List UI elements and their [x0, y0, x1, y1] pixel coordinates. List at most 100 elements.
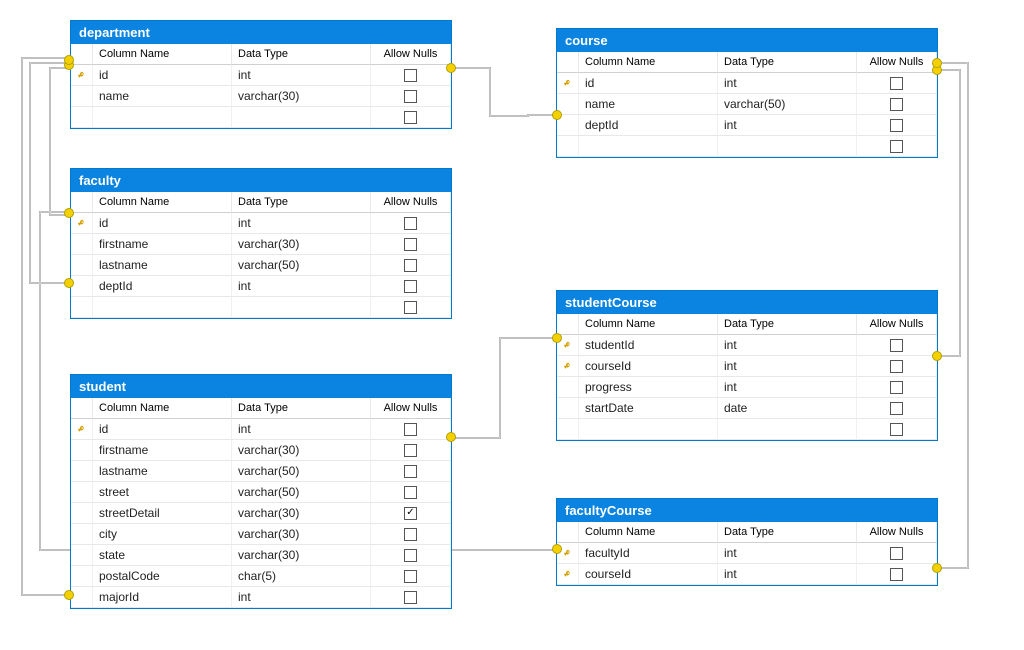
data-type-cell[interactable]: int — [718, 356, 857, 377]
allow-nulls-checkbox[interactable] — [371, 566, 451, 587]
allow-nulls-checkbox[interactable] — [371, 440, 451, 461]
allow-nulls-checkbox[interactable] — [857, 115, 937, 136]
table-faculty[interactable]: faculty Column Name Data Type Allow Null… — [70, 168, 452, 319]
relationship-endpoint-icon — [552, 544, 562, 554]
data-type-cell[interactable]: int — [718, 73, 857, 94]
data-type-cell[interactable]: int — [718, 564, 857, 585]
column-name-cell[interactable]: id — [93, 65, 232, 86]
allow-nulls-checkbox[interactable] — [371, 65, 451, 86]
data-type-cell[interactable] — [718, 136, 857, 157]
column-name-cell[interactable]: state — [93, 545, 232, 566]
allow-nulls-checkbox[interactable] — [371, 255, 451, 276]
table-department[interactable]: department Column Name Data Type Allow N… — [70, 20, 452, 129]
allow-nulls-checkbox[interactable] — [371, 419, 451, 440]
table-studentcourse[interactable]: studentCourse Column Name Data Type Allo… — [556, 290, 938, 441]
column-name-cell[interactable]: startDate — [579, 398, 718, 419]
allow-nulls-checkbox[interactable] — [857, 136, 937, 157]
table-title: course — [557, 29, 937, 52]
table-facultycourse[interactable]: facultyCourse Column Name Data Type Allo… — [556, 498, 938, 586]
allow-nulls-checkbox[interactable] — [857, 543, 937, 564]
data-type-cell[interactable]: int — [232, 276, 371, 297]
column-name-cell[interactable]: lastname — [93, 461, 232, 482]
key-icon — [71, 587, 93, 608]
allow-nulls-checkbox[interactable] — [371, 276, 451, 297]
column-name-cell[interactable] — [579, 136, 718, 157]
column-name-cell[interactable]: courseId — [579, 356, 718, 377]
allow-nulls-checkbox[interactable] — [857, 419, 937, 440]
column-name-cell[interactable]: studentId — [579, 335, 718, 356]
data-type-cell[interactable]: varchar(30) — [232, 440, 371, 461]
data-type-cell[interactable] — [232, 297, 371, 318]
data-type-cell[interactable]: varchar(50) — [232, 461, 371, 482]
key-icon — [71, 255, 93, 276]
relationship-endpoint-icon — [64, 55, 74, 65]
column-name-cell[interactable]: street — [93, 482, 232, 503]
allow-nulls-checkbox[interactable] — [857, 564, 937, 585]
data-type-cell[interactable]: varchar(30) — [232, 234, 371, 255]
column-name-cell[interactable]: progress — [579, 377, 718, 398]
column-name-cell[interactable]: streetDetail — [93, 503, 232, 524]
data-type-cell[interactable]: varchar(30) — [232, 524, 371, 545]
column-name-cell[interactable] — [93, 107, 232, 128]
data-type-cell[interactable]: varchar(30) — [232, 545, 371, 566]
col-header-nulls: Allow Nulls — [371, 398, 451, 419]
column-name-cell[interactable]: name — [93, 86, 232, 107]
column-name-cell[interactable]: city — [93, 524, 232, 545]
data-type-cell[interactable]: int — [232, 419, 371, 440]
data-type-cell[interactable]: varchar(50) — [232, 255, 371, 276]
allow-nulls-checkbox[interactable] — [371, 86, 451, 107]
data-type-cell[interactable]: varchar(30) — [232, 503, 371, 524]
table-course[interactable]: course Column Name Data Type Allow Nulls… — [556, 28, 938, 158]
allow-nulls-checkbox[interactable] — [857, 377, 937, 398]
column-name-cell[interactable]: courseId — [579, 564, 718, 585]
data-type-cell[interactable] — [718, 419, 857, 440]
data-type-cell[interactable]: int — [232, 213, 371, 234]
column-name-cell[interactable] — [579, 419, 718, 440]
column-name-cell[interactable]: deptId — [93, 276, 232, 297]
col-header-name: Column Name — [579, 314, 718, 335]
allow-nulls-checkbox[interactable] — [371, 107, 451, 128]
allow-nulls-checkbox[interactable] — [371, 297, 451, 318]
allow-nulls-checkbox[interactable] — [371, 587, 451, 608]
data-type-cell[interactable]: date — [718, 398, 857, 419]
allow-nulls-checkbox[interactable] — [857, 94, 937, 115]
column-name-cell[interactable]: deptId — [579, 115, 718, 136]
data-type-cell[interactable]: int — [718, 335, 857, 356]
data-type-cell[interactable]: int — [232, 65, 371, 86]
table-student[interactable]: student Column Name Data Type Allow Null… — [70, 374, 452, 609]
column-name-cell[interactable]: postalCode — [93, 566, 232, 587]
data-type-cell[interactable]: int — [232, 587, 371, 608]
allow-nulls-checkbox[interactable] — [371, 213, 451, 234]
table-title: facultyCourse — [557, 499, 937, 522]
data-type-cell[interactable]: varchar(30) — [232, 86, 371, 107]
allow-nulls-checkbox[interactable] — [857, 356, 937, 377]
data-type-cell[interactable]: int — [718, 377, 857, 398]
column-name-cell[interactable]: firstname — [93, 234, 232, 255]
allow-nulls-checkbox[interactable] — [371, 461, 451, 482]
column-name-cell[interactable] — [93, 297, 232, 318]
column-name-cell[interactable]: name — [579, 94, 718, 115]
column-name-cell[interactable]: firstname — [93, 440, 232, 461]
key-icon — [557, 73, 579, 94]
data-type-cell[interactable] — [232, 107, 371, 128]
data-type-cell[interactable]: varchar(50) — [718, 94, 857, 115]
allow-nulls-checkbox[interactable] — [857, 335, 937, 356]
allow-nulls-checkbox[interactable] — [857, 73, 937, 94]
column-name-cell[interactable]: id — [93, 213, 232, 234]
allow-nulls-checkbox[interactable] — [371, 234, 451, 255]
allow-nulls-checkbox[interactable] — [857, 398, 937, 419]
allow-nulls-checkbox[interactable] — [371, 524, 451, 545]
data-type-cell[interactable]: char(5) — [232, 566, 371, 587]
allow-nulls-checkbox[interactable] — [371, 545, 451, 566]
data-type-cell[interactable]: int — [718, 543, 857, 564]
column-name-cell[interactable]: id — [579, 73, 718, 94]
data-type-cell[interactable]: varchar(50) — [232, 482, 371, 503]
col-header-nulls: Allow Nulls — [857, 522, 937, 543]
allow-nulls-checkbox[interactable] — [371, 482, 451, 503]
column-name-cell[interactable]: id — [93, 419, 232, 440]
column-name-cell[interactable]: facultyId — [579, 543, 718, 564]
column-name-cell[interactable]: lastname — [93, 255, 232, 276]
allow-nulls-checkbox[interactable]: ✓ — [371, 503, 451, 524]
column-name-cell[interactable]: majorId — [93, 587, 232, 608]
data-type-cell[interactable]: int — [718, 115, 857, 136]
